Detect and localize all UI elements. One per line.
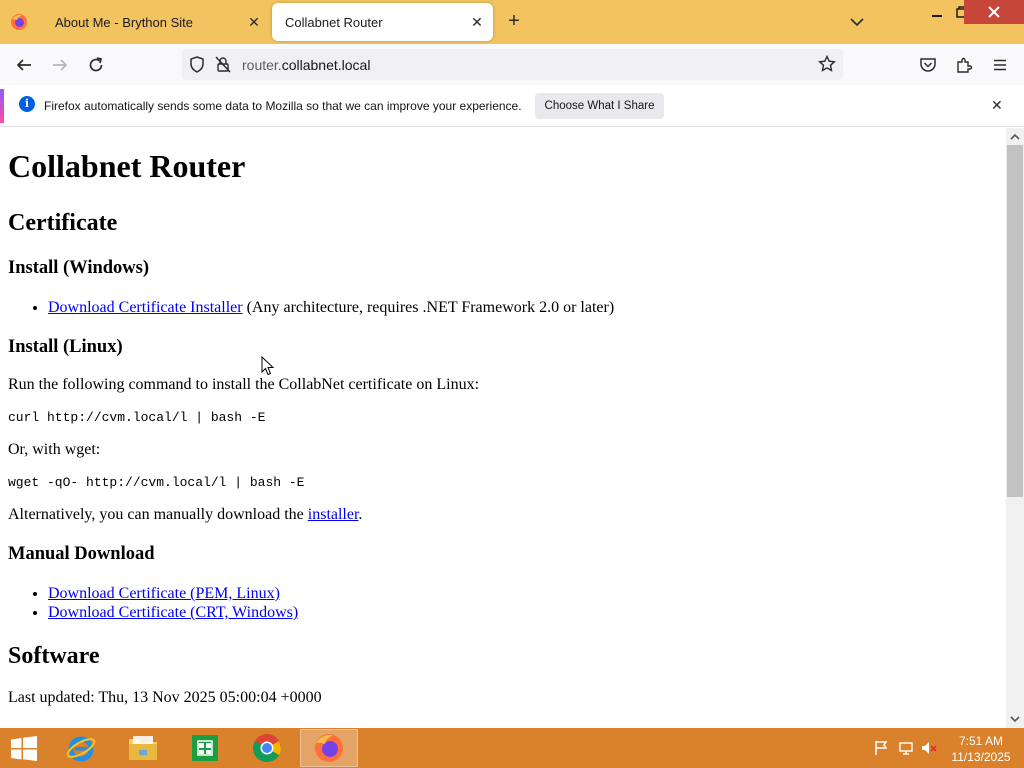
window-close-icon[interactable] [964,0,1024,24]
page-title: Collabnet Router [8,148,246,184]
page-viewport: Collabnet Router Certificate Install (Wi… [0,128,1006,728]
alt-text-before: Alternatively, you can manually download… [8,506,308,523]
windows-taskbar: 7:51 AM 11/13/2025 [0,728,1024,768]
download-certificate-installer-link[interactable]: Download Certificate Installer [48,299,243,316]
hamburger-menu-icon[interactable] [987,52,1013,78]
windows-requirements-note: (Any architecture, requires .NET Framewo… [242,299,615,316]
clock-date: 11/13/2025 [951,750,1011,764]
manual-download-list: Download Certificate (PEM, Linux) Downlo… [8,584,298,622]
clock-time: 7:51 AM [958,734,1004,748]
scroll-down-arrow-icon[interactable] [1009,712,1021,724]
notification-accent [0,89,4,123]
list-item: Download Certificate (CRT, Windows) [48,603,298,622]
alternative-download-text: Alternatively, you can manually download… [8,506,362,524]
chevron-down-icon[interactable] [848,13,866,31]
bookmark-star-icon[interactable] [818,54,836,78]
certificate-heading: Certificate [8,210,118,236]
mouse-pointer-icon [261,355,275,376]
windows-start-icon[interactable] [10,736,38,761]
wget-intro: Or, with wget: [8,441,101,458]
forward-arrow-icon[interactable] [47,52,73,78]
insecure-lock-icon[interactable] [215,56,231,78]
vertical-scrollbar[interactable] [1006,128,1024,728]
notification-close-icon[interactable]: ✕ [991,97,1003,114]
list-item: Download Certificate Installer (Any arch… [48,298,614,317]
info-icon: i [19,96,35,112]
internet-explorer-icon[interactable] [53,729,109,767]
shield-icon[interactable] [189,56,205,78]
download-pem-link[interactable]: Download Certificate (PEM, Linux) [48,585,280,602]
back-arrow-icon[interactable] [11,52,37,78]
windows-download-list: Download Certificate Installer (Any arch… [8,298,614,317]
manual-download-heading: Manual Download [8,544,155,564]
address-bar[interactable]: router.collabnet.local [182,49,843,80]
notification-message: Firefox automatically sends some data to… [44,99,522,113]
install-windows-heading: Install (Windows) [8,258,150,278]
last-updated-text: Last updated: Thu, 13 Nov 2025 05:00:04 … [8,689,322,706]
linux-instructions: Run the following command to install the… [8,376,480,393]
list-item: Download Certificate (PEM, Linux) [48,584,298,603]
tab-collabnet-router[interactable]: Collabnet Router ✕ [272,3,493,41]
alt-text-after: . [358,506,363,523]
firefox-icon[interactable] [300,729,358,767]
scrollbar-thumb[interactable] [1007,145,1023,497]
tab-title: About Me - Brython Site [55,14,194,30]
software-heading: Software [8,643,100,669]
windows-store-icon[interactable] [177,729,233,767]
new-tab-plus-icon[interactable]: + [503,11,525,33]
download-crt-link[interactable]: Download Certificate (CRT, Windows) [48,604,298,621]
url-subdomain: router. [242,57,282,73]
curl-command: curl http://cvm.local/l | bash -E [8,410,266,425]
url-text[interactable]: router.collabnet.local [242,57,370,73]
volume-muted-icon[interactable] [921,740,937,756]
tab-title: Collabnet Router [285,14,383,30]
tab-close-icon[interactable]: ✕ [469,14,485,30]
installer-link[interactable]: installer [308,506,359,523]
firefox-view-icon[interactable] [6,8,32,36]
reload-icon[interactable] [83,52,109,78]
wget-command: wget -qO- http://cvm.local/l | bash -E [8,475,305,490]
url-domain: collabnet.local [281,57,371,73]
network-icon[interactable] [898,740,914,756]
data-reporting-notification: i Firefox automatically sends some data … [0,85,1024,127]
tab-about-me[interactable]: About Me - Brython Site ✕ [42,3,270,41]
action-center-flag-icon[interactable] [873,740,889,756]
taskbar-clock[interactable]: 7:51 AM 11/13/2025 [946,733,1016,765]
choose-what-i-share-button[interactable]: Choose What I Share [535,93,664,119]
extensions-puzzle-icon[interactable] [951,52,977,78]
tab-strip: About Me - Brython Site ✕ Collabnet Rout… [0,0,1024,44]
chrome-icon[interactable] [239,729,295,767]
install-linux-heading: Install (Linux) [8,337,123,357]
navigation-toolbar: router.collabnet.local [0,44,1024,85]
scroll-up-arrow-icon[interactable] [1009,130,1021,142]
pocket-icon[interactable] [915,52,941,78]
file-explorer-icon[interactable] [115,729,171,767]
tab-close-icon[interactable]: ✕ [246,14,262,30]
